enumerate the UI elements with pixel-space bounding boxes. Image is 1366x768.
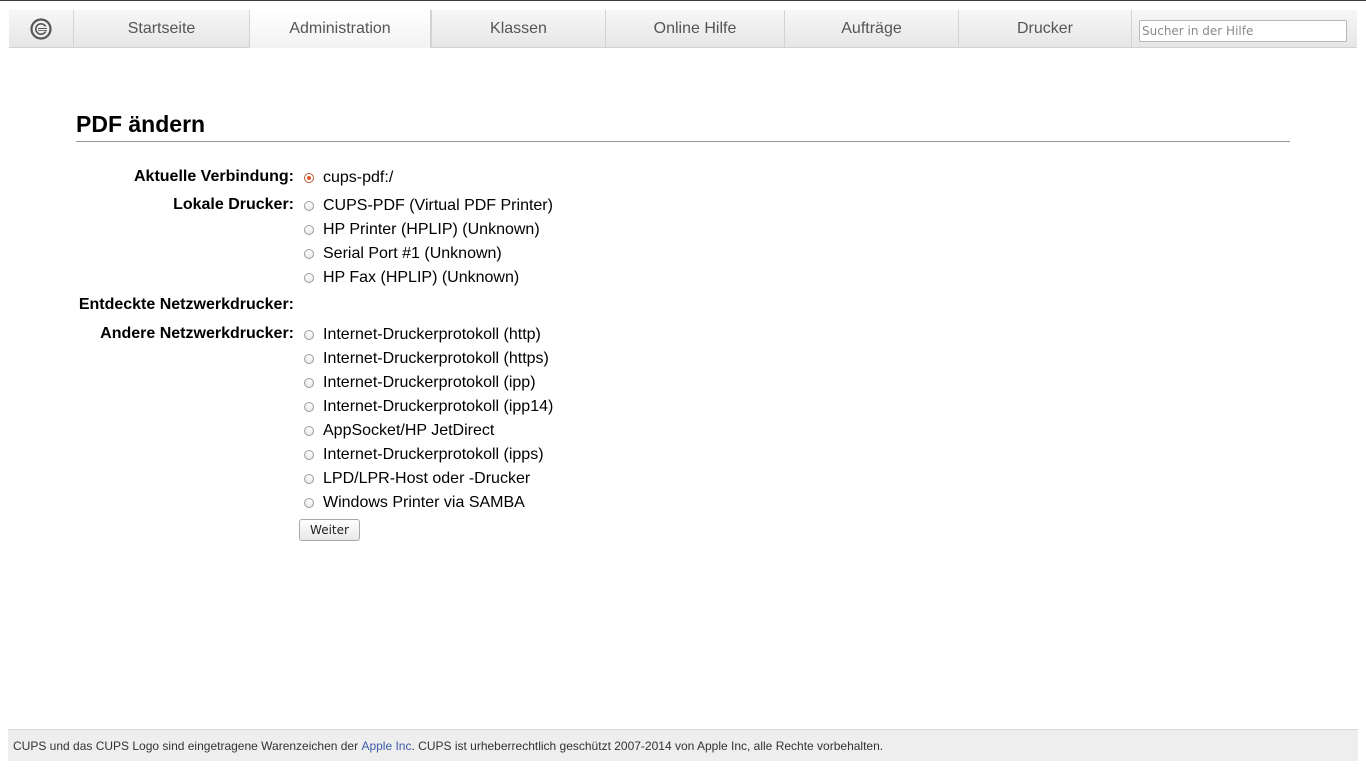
footer: CUPS und das CUPS Logo sind eingetragene… — [8, 729, 1358, 761]
option-label: LPD/LPR-Host oder -Drucker — [323, 470, 531, 487]
option-label: HP Fax (HPLIP) (Unknown) — [323, 269, 520, 286]
tab-label: Startseite — [127, 20, 196, 37]
radio-button[interactable] — [304, 249, 314, 259]
radio-button-checked[interactable] — [304, 173, 314, 183]
page-title: PDF ändern — [76, 111, 206, 137]
radio-button[interactable] — [304, 378, 314, 388]
tab-online-hilfe[interactable]: Online Hilfe — [605, 10, 784, 48]
tab-label: Aufträge — [841, 20, 902, 37]
option-label: Serial Port #1 (Unknown) — [323, 245, 502, 262]
tab-label: Drucker — [1016, 20, 1073, 37]
other-network-printers-label: Andere Netzwerkdrucker: — [100, 325, 294, 342]
option-label: CUPS-PDF (Virtual PDF Printer) — [323, 197, 553, 214]
tab-label: Administration — [289, 20, 391, 37]
tab-label: Online Hilfe — [653, 20, 737, 37]
current-connection-label: Aktuelle Verbindung: — [133, 168, 294, 185]
radio-button[interactable] — [304, 330, 314, 340]
help-search-input[interactable] — [1139, 20, 1347, 42]
option-network-printer[interactable]: AppSocket/HP JetDirect — [304, 421, 494, 441]
option-network-printer[interactable]: Internet-Druckerprotokoll (ipps) — [304, 445, 544, 465]
option-label: Internet-Druckerprotokoll (ipp14) — [323, 398, 554, 415]
cups-logo-icon — [30, 18, 52, 40]
option-label: Internet-Druckerprotokoll (ipps) — [323, 446, 544, 463]
option-local-printer[interactable]: HP Fax (HPLIP) (Unknown) — [304, 268, 519, 288]
option-label: Internet-Druckerprotokoll (http) — [323, 326, 541, 343]
option-local-printer[interactable]: Serial Port #1 (Unknown) — [304, 244, 502, 264]
radio-button[interactable] — [304, 225, 314, 235]
discovered-network-printers-label: Entdeckte Netzwerkdrucker: — [78, 296, 294, 313]
tab-drucker[interactable]: Drucker — [958, 10, 1131, 48]
option-network-printer[interactable]: Internet-Druckerprotokoll (ipp) — [304, 373, 536, 393]
tab-administration[interactable]: Administration — [249, 10, 431, 48]
tab-label: Klassen — [490, 20, 547, 37]
option-label: Internet-Druckerprotokoll (ipp) — [323, 374, 536, 391]
option-network-printer[interactable]: Windows Printer via SAMBA — [304, 493, 525, 513]
continue-button[interactable]: Weiter — [299, 519, 360, 541]
radio-button[interactable] — [304, 498, 314, 508]
tab-startseite[interactable]: Startseite — [73, 10, 249, 48]
local-printers-label: Lokale Drucker: — [173, 196, 294, 213]
option-local-printer[interactable]: CUPS-PDF (Virtual PDF Printer) — [304, 196, 553, 216]
nav-bar: Startseite Administration Klassen Online… — [9, 10, 1357, 48]
footer-text-start: CUPS und das CUPS Logo sind eingetragene… — [13, 738, 362, 753]
option-network-printer[interactable]: Internet-Druckerprotokoll (ipp14) — [304, 397, 553, 417]
radio-button[interactable] — [304, 402, 314, 412]
option-label: Windows Printer via SAMBA — [323, 494, 525, 511]
radio-button[interactable] — [304, 201, 314, 211]
cups-logo[interactable] — [9, 10, 73, 48]
option-local-printer[interactable]: HP Printer (HPLIP) (Unknown) — [304, 220, 540, 240]
tab-klassen[interactable]: Klassen — [431, 10, 605, 48]
radio-button[interactable] — [304, 450, 314, 460]
radio-button[interactable] — [304, 273, 314, 283]
search-area — [1131, 10, 1357, 48]
footer-text-end: . CUPS ist urheberrechtlich geschützt 20… — [411, 738, 884, 753]
option-label: Internet-Druckerprotokoll (https) — [323, 350, 549, 367]
title-divider — [76, 141, 1290, 142]
option-network-printer[interactable]: Internet-Druckerprotokoll (http) — [304, 325, 541, 345]
option-current-connection[interactable]: cups-pdf:/ — [304, 168, 393, 188]
apple-inc-link[interactable]: Apple Inc — [361, 739, 411, 753]
radio-button[interactable] — [304, 426, 314, 436]
option-label: AppSocket/HP JetDirect — [323, 422, 495, 439]
option-network-printer[interactable]: LPD/LPR-Host oder -Drucker — [304, 469, 530, 489]
window-top-border — [0, 0, 1366, 1]
option-network-printer[interactable]: Internet-Druckerprotokoll (https) — [304, 349, 549, 369]
option-label: HP Printer (HPLIP) (Unknown) — [323, 221, 540, 238]
tab-auftraege[interactable]: Aufträge — [784, 10, 958, 48]
radio-button[interactable] — [304, 354, 314, 364]
option-label: cups-pdf:/ — [323, 169, 394, 186]
radio-button[interactable] — [304, 474, 314, 484]
